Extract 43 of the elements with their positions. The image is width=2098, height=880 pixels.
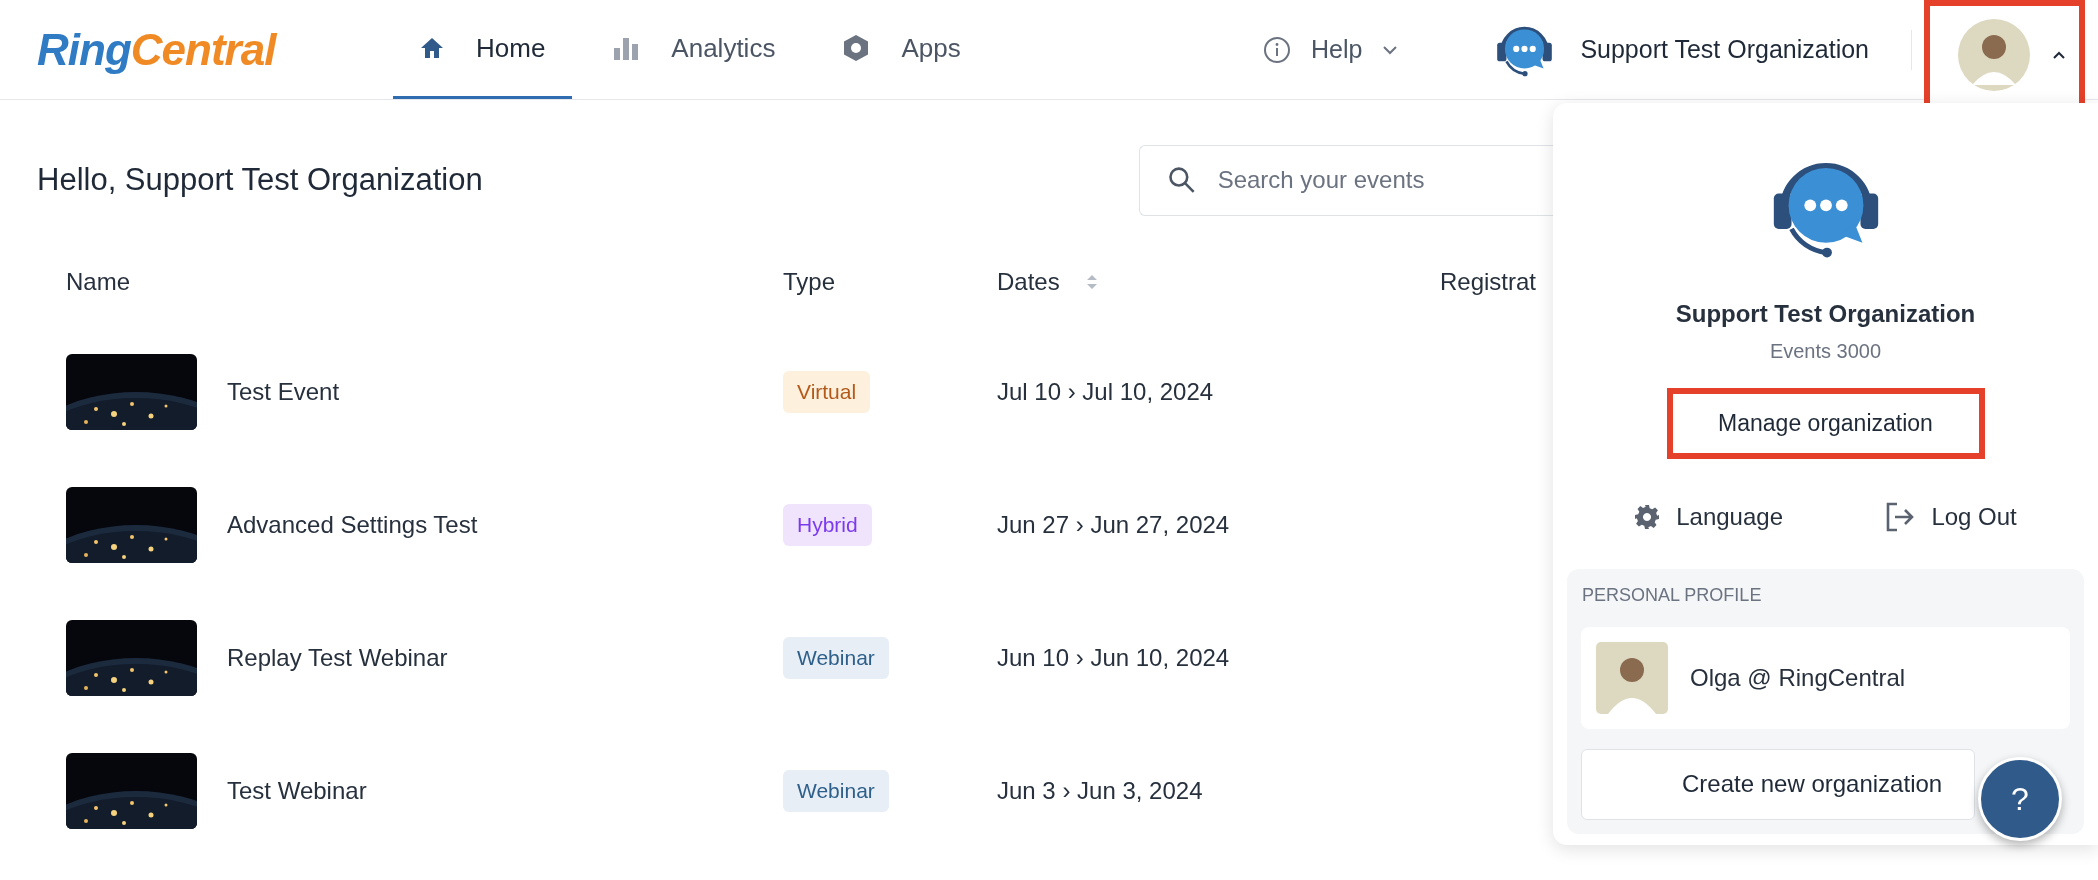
event-type-tag: Hybrid	[783, 503, 872, 546]
column-header: Type	[783, 268, 836, 296]
column-header: Registrat	[1440, 268, 1537, 296]
event-dates: Jul 10 › Jul 10, 2024	[997, 377, 1215, 406]
avatar	[1958, 19, 2030, 91]
event-name[interactable]: Test Event	[227, 377, 340, 406]
column-header[interactable]: Dates	[997, 268, 1060, 296]
event-type-tag: Virtual	[783, 370, 871, 413]
chevron-up-icon	[2052, 50, 2066, 60]
create-organization-button[interactable]: Create new organization	[1581, 748, 1975, 820]
event-name[interactable]: Replay Test Webinar	[227, 643, 448, 672]
settings-icon	[1634, 503, 1661, 530]
event-name[interactable]: Advanced Settings Test	[227, 510, 478, 539]
hexagon-icon	[843, 34, 870, 62]
log-out-icon	[1885, 501, 1916, 532]
logo[interactable]: RingCentral	[37, 24, 320, 75]
bar-chart-icon	[613, 36, 640, 60]
event-name[interactable]: Test Webinar	[227, 776, 367, 805]
search-box[interactable]: Search your events	[1139, 144, 1553, 216]
event-type-tag: Webinar	[783, 636, 889, 679]
profile-card[interactable]: Olga @ RingCentral	[1581, 626, 2070, 729]
section-title: PERSONAL PROFILE	[1581, 583, 1763, 607]
nav-tab[interactable]: Home	[393, 0, 573, 99]
home-icon	[420, 37, 444, 59]
help-menu[interactable]: Help	[1262, 35, 1399, 64]
nav-tab[interactable]: Apps	[816, 0, 988, 99]
column-header: Name	[66, 268, 131, 296]
nav-tab[interactable]: Analytics	[586, 0, 803, 99]
manage-organization-button[interactable]: Manage organization	[1666, 387, 1985, 459]
log-out-button[interactable]: Log Out	[1879, 500, 2023, 533]
event-dates: Jun 3 › Jun 3, 2024	[997, 776, 1204, 805]
language-button[interactable]: Language	[1628, 501, 1789, 532]
info-icon	[1262, 35, 1291, 64]
event-type-tag: Webinar	[783, 769, 889, 812]
greeting: Hello, Support Test Organization	[37, 162, 483, 198]
search-icon	[1168, 166, 1196, 194]
event-dates: Jun 10 › Jun 10, 2024	[997, 643, 1231, 672]
chevron-down-icon	[1382, 44, 1399, 55]
organization-name: Support Test Organization	[1580, 35, 1869, 64]
organization-name: Support Test Organization	[1675, 298, 1976, 329]
events-count: Events 3000	[1769, 338, 1882, 364]
profile-name: Olga @ RingCentral	[1690, 663, 1906, 692]
event-dates: Jun 27 › Jun 27, 2024	[997, 510, 1231, 539]
